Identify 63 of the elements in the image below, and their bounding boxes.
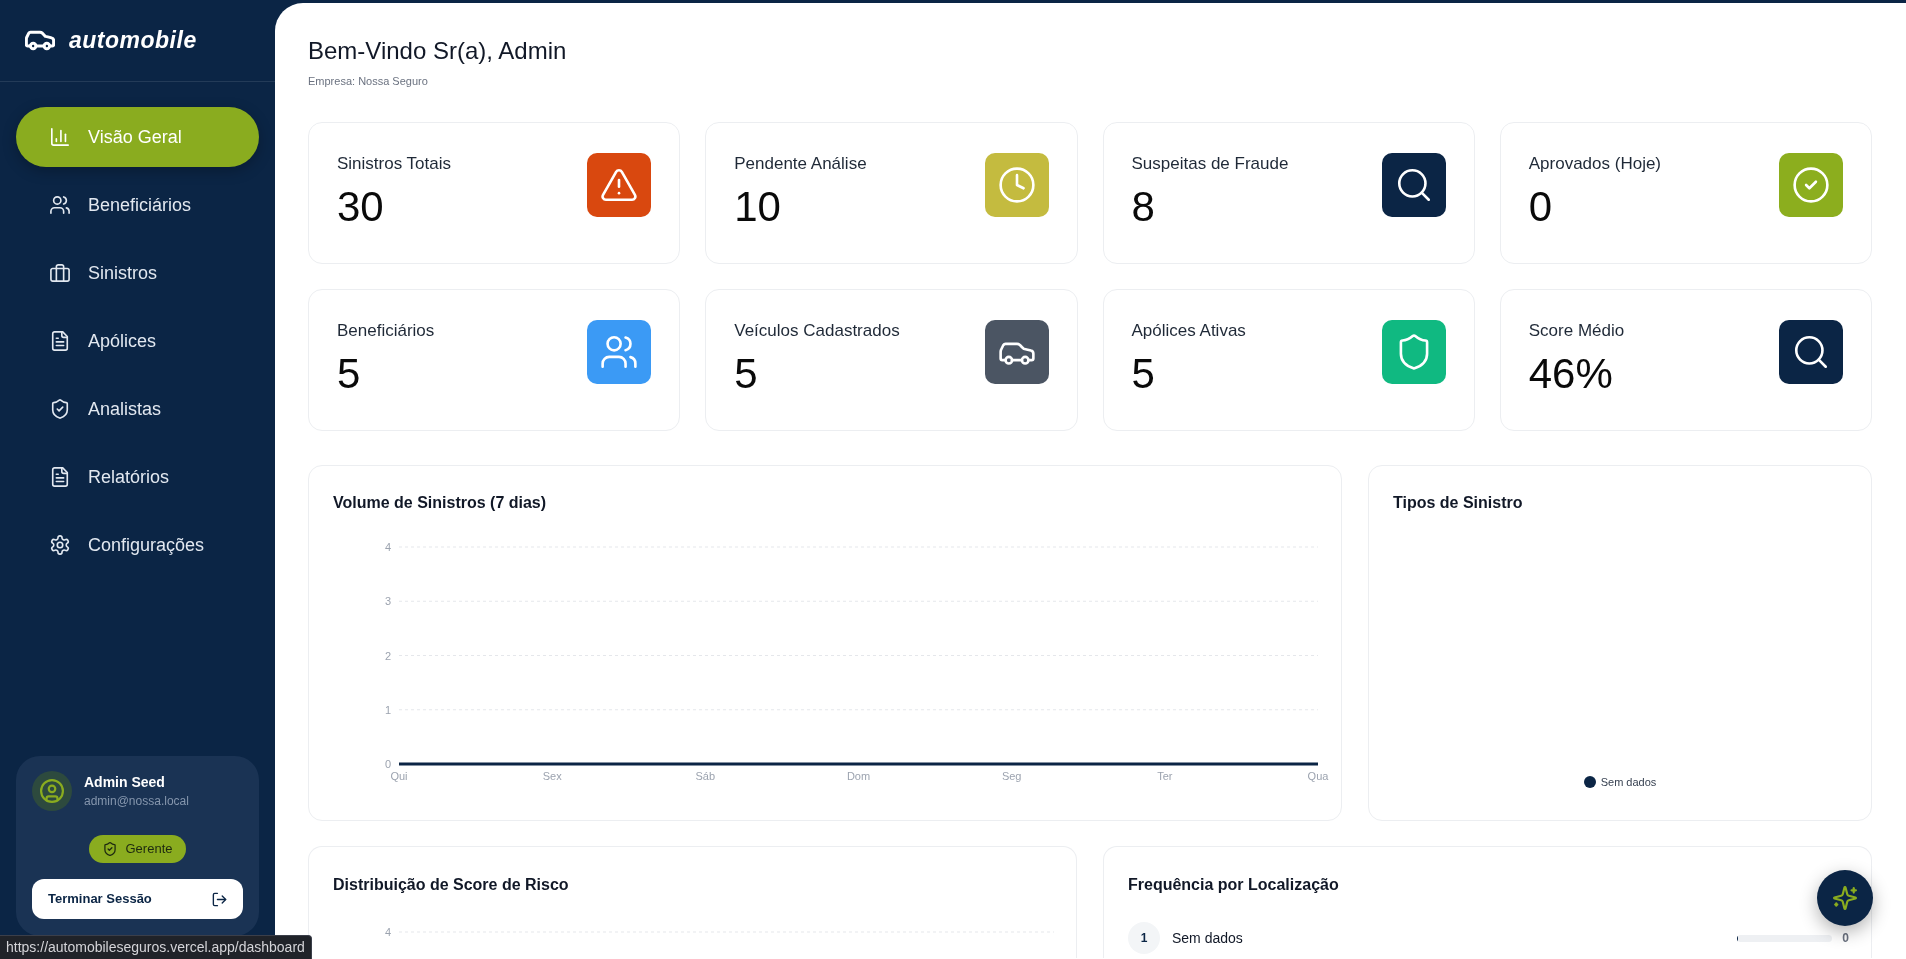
document-icon [50, 467, 70, 487]
stat-label: Veículos Cadastrados [734, 320, 900, 342]
stat-value: 0 [1528, 184, 1554, 230]
axis-tick-label: 0 [384, 758, 391, 770]
logout-icon [212, 891, 227, 907]
stat-value: 30 [337, 184, 385, 230]
axis-tick-label: Ter [1157, 770, 1173, 782]
browser-status-url: https://automobileseguros.vercel.app/dashboard [0, 935, 312, 959]
axis-tick-label: 4 [384, 926, 391, 938]
legend-label: Sem dados [1600, 775, 1657, 790]
stat-label: Apólices Ativas [1131, 320, 1246, 342]
stat-value: 8 [1131, 184, 1156, 230]
nav-item[interactable]: Relatórios [16, 447, 259, 507]
stat-label: Pendente Análise [734, 153, 867, 175]
card-title: Tipos de Sinistro [1393, 493, 1524, 513]
user-email: admin@nossa.local [84, 793, 189, 809]
user-name: Admin Seed [84, 773, 166, 791]
stat-value: 10 [734, 184, 782, 230]
nav-item[interactable]: Configurações [16, 515, 259, 575]
users-icon [50, 195, 70, 215]
role-label: Gerente [125, 841, 173, 857]
shield-check-icon [102, 842, 117, 856]
nav-item[interactable]: Apólices [16, 311, 259, 371]
stat-value: 5 [1131, 351, 1156, 397]
stat-label: Score Médio [1528, 320, 1625, 342]
axis-tick-label: Qua [1307, 770, 1329, 782]
document-icon [50, 331, 70, 351]
shield-check-icon [50, 399, 70, 419]
axis-tick-label: 1 [384, 703, 391, 716]
logout-button[interactable]: Terminar Sessão [32, 879, 243, 919]
count-value: 0 [1842, 930, 1849, 947]
avatar-icon [32, 771, 72, 811]
axis-tick-label: Dom [846, 770, 871, 782]
sparkles-icon [1833, 886, 1857, 910]
axis-tick-label: Sex [542, 770, 562, 782]
stat-value: 5 [734, 351, 759, 397]
app-logo: automobile [69, 26, 197, 56]
nav-item[interactable]: Beneficiários [16, 175, 259, 235]
rank-badge: 1 [1128, 922, 1160, 954]
card-title: Volume de Sinistros (7 dias) [333, 493, 548, 513]
company-label: Empresa: Nossa Seguro [308, 74, 429, 88]
axis-tick-label: Sáb [695, 770, 716, 782]
nav-item[interactable]: Sinistros [16, 243, 259, 303]
card-title: Frequência por Localização [1128, 875, 1340, 895]
car-icon [25, 30, 55, 51]
gear-icon [50, 535, 70, 555]
stat-value: 5 [337, 351, 362, 397]
nav-item[interactable]: Analistas [16, 379, 259, 439]
stat-label: Sinistros Totais [337, 153, 451, 175]
axis-tick-label: Seg [1001, 770, 1022, 782]
page-title: Bem-Vindo Sr(a), Admin [308, 36, 568, 66]
axis-tick-label: Qui [390, 770, 408, 782]
stat-value: 46% [1528, 351, 1614, 397]
axis-tick-label: 2 [384, 649, 391, 662]
card-title: Distribuição de Score de Risco [333, 875, 570, 895]
briefcase-icon [50, 263, 70, 283]
axis-tick-label: 4 [384, 541, 391, 553]
stat-label: Beneficiários [337, 320, 435, 342]
stat-label: Suspeitas de Fraude [1131, 153, 1289, 175]
bar-chart-icon [50, 127, 70, 147]
location-label: Sem dados [1172, 928, 1244, 948]
axis-tick-label: 3 [384, 595, 391, 608]
stat-label: Aprovados (Hoje) [1528, 153, 1662, 175]
